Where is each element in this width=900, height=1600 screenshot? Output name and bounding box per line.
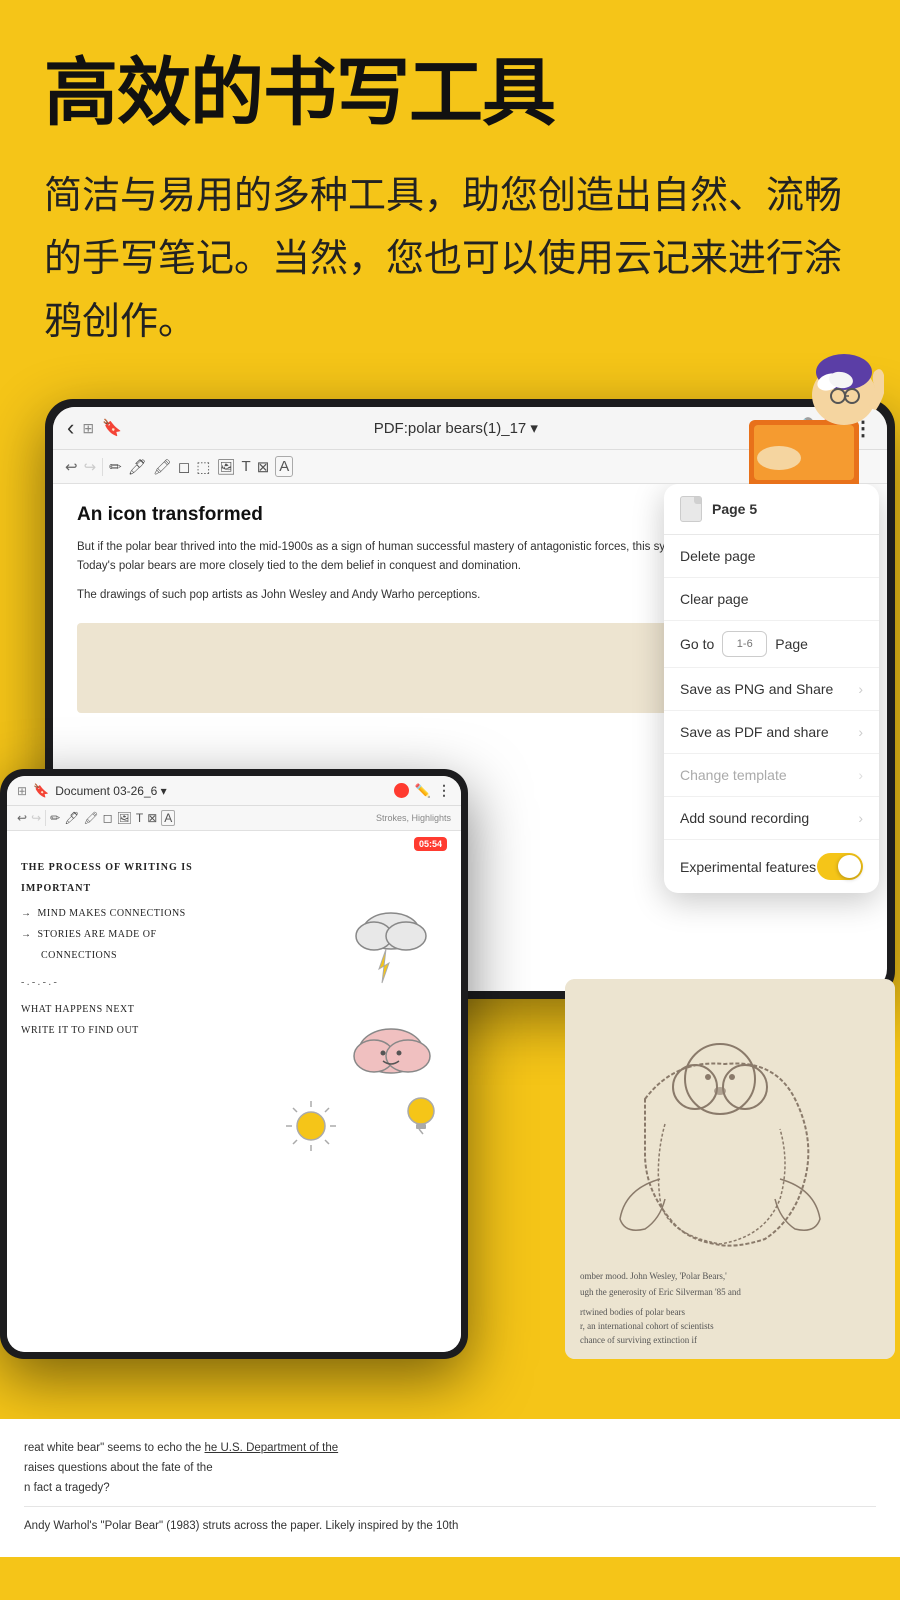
doodles-svg <box>286 841 456 1181</box>
menu-item-goto[interactable]: Go to Page <box>664 621 879 668</box>
save-pdf-label: Save as PDF and share <box>680 724 829 740</box>
svg-text:omber mood. John Wesley, 'Pola: omber mood. John Wesley, 'Polar Bears,' <box>580 1271 727 1281</box>
menu-item-clear[interactable]: Clear page <box>664 578 879 621</box>
pencil-tool[interactable]: ✏ <box>109 458 122 476</box>
save-png-label: Save as PNG and Share <box>680 681 833 697</box>
font-tool[interactable]: A <box>275 456 293 477</box>
svg-text:rtwined bodies of polar bears: rtwined bodies of polar bears <box>580 1307 685 1317</box>
image-tool[interactable]: 🖼 <box>216 458 235 476</box>
grid-icon-1[interactable]: ⊞ <box>82 420 94 437</box>
svg-text:ugh the generosity of Eric Sil: ugh the generosity of Eric Silverman '85… <box>580 1287 741 1297</box>
page-icon <box>680 496 702 522</box>
page-suffix: Page <box>775 636 808 652</box>
s-undo[interactable]: ↩ <box>17 811 27 825</box>
footer-area: reat white bear" seems to echo the he U.… <box>0 1419 900 1556</box>
save-png-chevron: › <box>858 681 863 697</box>
text-tool[interactable]: T <box>242 458 251 475</box>
experimental-label: Experimental features <box>680 859 816 875</box>
marker-tool[interactable]: 🖍 <box>153 458 172 476</box>
footer-text-block-2: Andy Warhol's "Polar Bear" (1983) struts… <box>24 1506 876 1537</box>
warhol-text: Andy Warhol's "Polar Bear" (1983) struts… <box>24 1520 458 1532</box>
svg-text:chance of surviving extinction: chance of surviving extinction if <box>580 1335 697 1345</box>
menu-header: Page 5 <box>664 484 879 535</box>
context-menu: Page 5 Delete page Clear page Go to <box>664 484 879 893</box>
goto-input[interactable] <box>722 631 767 657</box>
goto-label: Go to <box>680 636 714 652</box>
page-container: 高效的书写工具 简洁与易用的多种工具，助您创造出自然、流畅的手写笔记。当然，您也… <box>0 0 900 1600</box>
save-pdf-chevron: › <box>858 724 863 740</box>
s-image[interactable]: 🖼 <box>117 811 132 825</box>
s-eraser[interactable]: ◻ <box>103 811 113 825</box>
shape-tool[interactable]: ⊠ <box>257 458 270 476</box>
menu-item-save-pdf[interactable]: Save as PDF and share › <box>664 711 879 754</box>
clear-page-label: Clear page <box>680 591 749 607</box>
strokes-label: Strokes, Highlights <box>376 813 451 823</box>
bear-sketch-svg: omber mood. John Wesley, 'Polar Bears,' … <box>565 979 895 1359</box>
pen-tool[interactable]: 🖊 <box>128 458 147 476</box>
tablets-area: ‹ ⊞ 🔖 PDF:polar bears(1)_17 ▾ 🎤 ✏️ ⋮ ↩ ↪… <box>0 399 900 1419</box>
footer-text-block-1: reat white bear" seems to echo the he U.… <box>24 1439 876 1498</box>
add-sound-label: Add sound recording <box>680 810 809 826</box>
s-pen[interactable]: 🖊 <box>64 811 79 825</box>
experimental-toggle[interactable] <box>817 853 863 880</box>
back-button[interactable]: ‹ <box>67 415 74 441</box>
menu-item-save-png[interactable]: Save as PNG and Share › <box>664 668 879 711</box>
lasso-tool[interactable]: ⬚ <box>196 458 210 476</box>
second-grid-icon[interactable]: ⊞ <box>17 784 27 798</box>
menu-page-title: Page 5 <box>712 501 757 517</box>
redo-icon[interactable]: ↪ <box>84 458 97 476</box>
s-marker[interactable]: 🖍 <box>83 811 98 825</box>
add-sound-chevron: › <box>858 810 863 826</box>
undo-icon[interactable]: ↩ <box>65 458 78 476</box>
main-title: 高效的书写工具 <box>44 52 856 133</box>
second-content: 05:54 THE PROCESS OF WRITING IS IMPORTAN… <box>7 831 461 1352</box>
second-bookmark-icon[interactable]: 🔖 <box>33 783 49 799</box>
menu-item-experimental[interactable]: Experimental features <box>664 840 879 893</box>
great-white-text: reat white bear" seems to echo the <box>24 1442 205 1454</box>
svg-text:r, an international cohort of: r, an international cohort of scientists <box>580 1321 714 1331</box>
delete-page-label: Delete page <box>680 548 756 564</box>
raises-questions-text: raises questions about the fate of the <box>24 1462 213 1474</box>
second-title: Document 03-26_6 ▾ <box>55 784 166 798</box>
second-more-icon[interactable]: ⋮ <box>437 782 451 799</box>
second-drawing-toolbar: ↩ ↪ ✏ 🖊 🖍 ◻ 🖼 T ⊠ A Strokes, Highlights <box>7 806 461 831</box>
second-pen-icon[interactable]: ✏️ <box>415 783 431 799</box>
second-tablet: ⊞ 🔖 Document 03-26_6 ▾ ✏️ ⋮ ↩ ↪ ✏ 🖊 🖍 ◻ <box>0 769 468 1359</box>
second-top-toolbar: ⊞ 🔖 Document 03-26_6 ▾ ✏️ ⋮ <box>7 776 461 806</box>
second-record-btn[interactable] <box>394 783 409 798</box>
toolbar-title: PDF:polar bears(1)_17 ▾ <box>130 419 782 437</box>
us-dept-link[interactable]: he U.S. Department of the <box>205 1442 339 1454</box>
s-text[interactable]: T <box>136 811 143 825</box>
bear-sketch-area: omber mood. John Wesley, 'Polar Bears,' … <box>565 979 895 1359</box>
bookmark-icon[interactable]: 🔖 <box>102 418 122 438</box>
s-font[interactable]: A <box>161 810 175 826</box>
draw-separator-1 <box>102 458 103 476</box>
s-pencil[interactable]: ✏ <box>50 811 60 825</box>
second-tablet-screen: ⊞ 🔖 Document 03-26_6 ▾ ✏️ ⋮ ↩ ↪ ✏ 🖊 🖍 ◻ <box>7 776 461 1352</box>
menu-item-change-template[interactable]: Change template › <box>664 754 879 797</box>
eraser-tool[interactable]: ◻ <box>178 458 190 476</box>
menu-item-add-sound[interactable]: Add sound recording › <box>664 797 879 840</box>
s-redo[interactable]: ↪ <box>31 811 41 825</box>
toggle-knob <box>838 855 861 878</box>
change-template-label: Change template <box>680 767 787 783</box>
menu-item-delete[interactable]: Delete page <box>664 535 879 578</box>
tragedy-text: n fact a tragedy? <box>24 1482 110 1494</box>
s-sep <box>45 810 46 826</box>
s-shape[interactable]: ⊠ <box>147 811 157 825</box>
change-template-chevron: › <box>858 767 863 783</box>
